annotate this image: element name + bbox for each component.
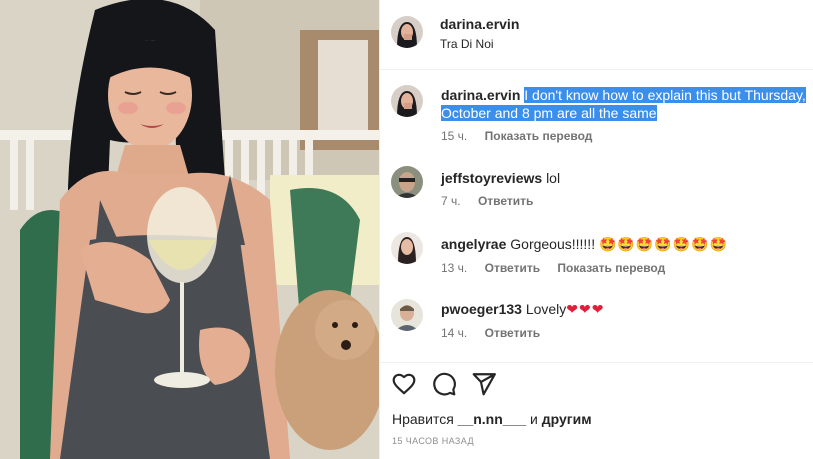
likes-mid: и xyxy=(530,411,538,427)
heart-emoji-group: ❤❤❤ xyxy=(566,301,605,317)
caption-time[interactable]: 15 ч. xyxy=(441,129,467,143)
paper-plane-icon xyxy=(472,373,496,396)
avatar-image xyxy=(391,299,423,331)
post-timestamp[interactable]: 15 ЧАСОВ НАЗАД xyxy=(392,436,474,446)
comment-meta: 13 ч. Ответить Показать перевод xyxy=(441,261,679,275)
avatar[interactable] xyxy=(391,299,423,331)
comment-body: lol xyxy=(546,170,561,186)
avatar-image xyxy=(391,85,423,117)
caption-username[interactable]: darina.ervin xyxy=(441,87,520,103)
post-side-panel: darina.ervin Tra Di Noi darina.ervin I d… xyxy=(379,0,813,459)
post-location[interactable]: Tra Di Noi xyxy=(440,37,494,51)
comment-username[interactable]: pwoeger133 xyxy=(441,301,522,317)
comment-time[interactable]: 7 ч. xyxy=(441,194,461,208)
heart-icon xyxy=(392,373,416,395)
avatar[interactable] xyxy=(391,166,423,198)
comment-body: Lovely xyxy=(525,301,567,317)
caption-text: darina.ervin I don't know how to explain… xyxy=(441,86,810,122)
comment-text: jeffstoyreviews lol xyxy=(441,169,810,187)
comment-meta: 7 ч. Ответить xyxy=(441,194,547,208)
likes-user[interactable]: __n.nn___ xyxy=(458,411,526,427)
comment-username[interactable]: angelyrae xyxy=(441,236,506,252)
avatar-image xyxy=(391,166,423,198)
post-image xyxy=(0,0,379,459)
avatar-image xyxy=(391,16,423,48)
comment-text: angelyrae Gorgeous!!!!!! 🤩🤩🤩🤩🤩🤩🤩 xyxy=(441,235,810,253)
comment-time[interactable]: 13 ч. xyxy=(441,261,467,275)
comment-button[interactable] xyxy=(431,371,457,397)
comment-time[interactable]: 14 ч. xyxy=(441,326,467,340)
emoji-group: 🤩🤩🤩🤩🤩🤩🤩 xyxy=(598,236,729,252)
translate-link[interactable]: Показать перевод xyxy=(485,129,593,143)
avatar-image xyxy=(391,232,423,264)
comment-meta: 14 ч. Ответить xyxy=(441,326,554,340)
post-actions xyxy=(380,362,813,400)
reply-link[interactable]: Ответить xyxy=(485,326,540,340)
reply-link[interactable]: Ответить xyxy=(485,261,540,275)
post-author-username[interactable]: darina.ervin xyxy=(440,16,519,32)
avatar[interactable] xyxy=(391,232,423,264)
post-header: darina.ervin Tra Di Noi xyxy=(380,0,813,70)
like-button[interactable] xyxy=(391,371,417,397)
comment-text: pwoeger133 Lovely❤❤❤ xyxy=(441,300,810,318)
avatar[interactable] xyxy=(391,16,423,48)
comment-username[interactable]: jeffstoyreviews xyxy=(441,170,542,186)
likes-prefix: Нравится xyxy=(392,411,454,427)
comment-icon xyxy=(433,372,456,396)
share-button[interactable] xyxy=(471,371,497,397)
caption-meta: 15 ч. Показать перевод xyxy=(441,129,606,143)
likes-others[interactable]: другим xyxy=(542,411,592,427)
post-photo[interactable] xyxy=(0,0,379,459)
translate-link[interactable]: Показать перевод xyxy=(557,261,665,275)
comment-body: Gorgeous!!!!!! xyxy=(510,236,596,252)
reply-link[interactable]: Ответить xyxy=(478,194,533,208)
avatar[interactable] xyxy=(391,85,423,117)
likes-summary: Нравится __n.nn___ и другим xyxy=(392,411,592,427)
